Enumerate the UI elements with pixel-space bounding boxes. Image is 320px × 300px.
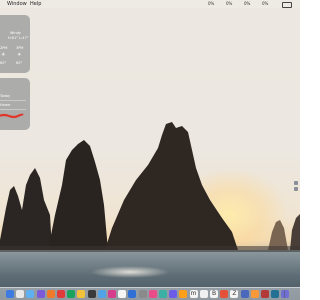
sea-stacks [0,122,300,252]
desktop-file-icon[interactable] [294,187,298,191]
dock-app-icon[interactable] [77,290,86,298]
desktop-file-icon[interactable] [294,181,298,185]
dock-app-icon[interactable] [118,290,127,298]
dock-separator [284,290,285,298]
dock-app-icon[interactable] [159,290,167,298]
desktop-wallpaper [0,0,300,300]
status-item-3[interactable]: 0% [244,0,250,8]
menu-help[interactable]: Help [30,0,41,8]
right-rock [105,122,238,250]
reminder-line-1: Today [0,94,11,98]
distant-rock-2 [290,214,300,250]
dock-app-icon[interactable] [6,290,14,298]
reminder-line-2: Home [0,103,11,107]
status-item-1[interactable]: 0% [208,0,214,8]
reminders-widget[interactable]: Today Home [0,78,30,130]
dock-app-icon[interactable] [199,290,208,298]
dock-app-icon[interactable] [281,290,290,298]
dock-app-icon[interactable] [250,290,259,298]
dock-app-icon[interactable] [26,290,35,298]
dock-app-icon[interactable] [169,290,178,298]
dock-app-icon[interactable] [240,290,249,298]
dock: mBZ [0,287,300,300]
weather-hour-1: 2PM [0,46,8,50]
status-item-2[interactable]: 0% [226,0,232,8]
weather-temp-2: 60° [16,61,23,65]
dock-app-icon[interactable] [97,290,106,298]
dock-app-icon-letter[interactable]: B [210,290,218,298]
dock-app-icon[interactable] [36,290,45,298]
status-item-4[interactable]: 0% [262,0,268,8]
dock-app-icon[interactable] [16,290,25,298]
dock-app-icon[interactable] [87,290,96,298]
weather-widget[interactable]: Windy H:61° L:47° 2PM 3PM ☀ ☀ 60° 60° [0,15,30,73]
red-scribble-mark [0,113,24,119]
dock-app-icon[interactable] [108,290,116,298]
left-rock [0,168,52,250]
menu-bar: Window Help 0% 0% 0% 0% [0,0,300,8]
shoreline [0,246,300,252]
battery-icon[interactable] [282,2,292,8]
dock-app-icon[interactable] [261,290,269,298]
dock-app-icon[interactable] [128,290,137,298]
sun-icon: ☀ [1,52,6,58]
dock-app-icon-letter[interactable]: m [189,290,198,298]
middle-rock [48,140,108,250]
dock-app-icon[interactable] [138,290,147,298]
dock-app-icon[interactable] [46,290,55,298]
divider [0,109,26,110]
weather-hi-lo: H:61° L:47° [8,36,29,40]
distant-rock-1 [268,220,288,250]
dock-app-icon[interactable] [57,290,65,298]
dock-app-icon[interactable] [67,290,76,298]
sun-icon: ☀ [17,52,22,58]
divider [0,100,26,101]
weather-temp-1: 60° [0,61,7,65]
dock-app-icon[interactable] [148,290,157,298]
weather-condition: Windy [10,31,21,35]
menu-window[interactable]: Window [7,0,27,8]
dock-app-icon[interactable] [271,290,280,298]
weather-hour-2: 3PM [16,46,24,50]
dock-app-icon[interactable] [220,290,229,298]
dock-app-icon-letter[interactable]: Z [230,290,239,298]
dock-app-icon[interactable] [179,290,188,298]
